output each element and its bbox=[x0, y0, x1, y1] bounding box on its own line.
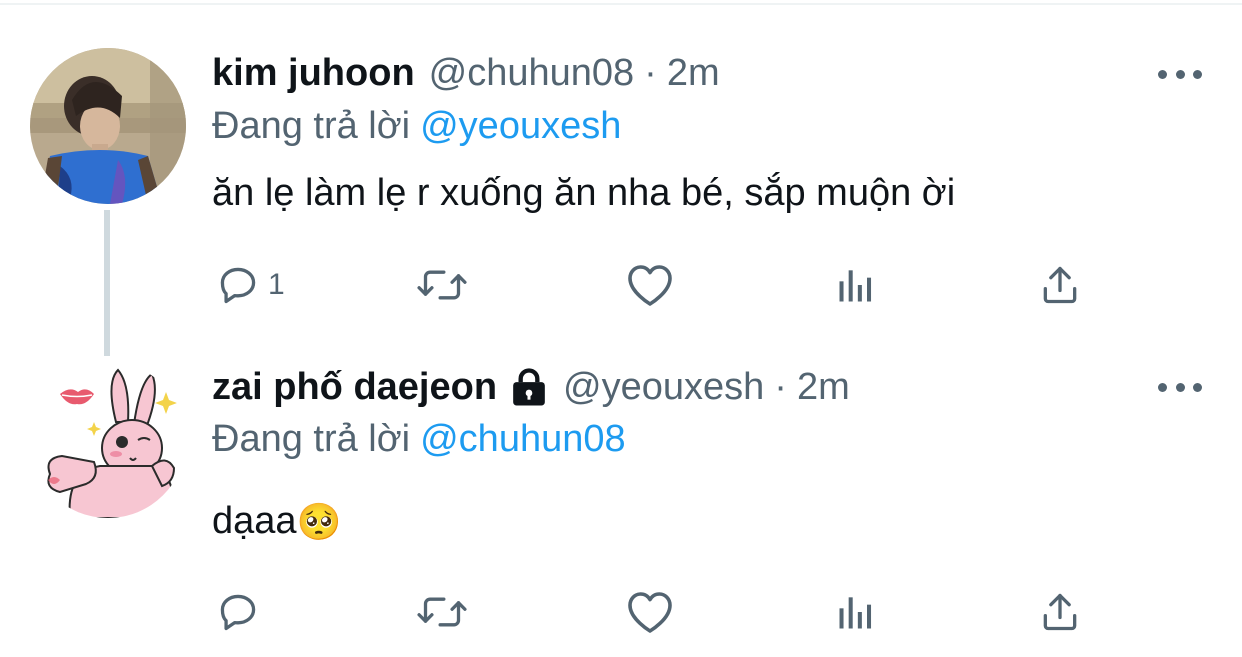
display-name[interactable]: kim juhoon bbox=[212, 52, 415, 95]
like-icon bbox=[628, 592, 672, 633]
action-bar bbox=[212, 587, 1092, 637]
tweet-text-content: ăn lẹ làm lẹ r xuống ăn nha bé, sắp muộn… bbox=[212, 172, 956, 214]
mention-link[interactable]: @yeouxesh bbox=[420, 105, 621, 147]
more-icon[interactable] bbox=[1158, 64, 1202, 84]
separator-dot: · bbox=[644, 52, 657, 94]
analytics-button[interactable] bbox=[834, 587, 878, 637]
user-handle[interactable]: @yeouxesh bbox=[563, 366, 764, 409]
timestamp[interactable]: 2m bbox=[797, 366, 850, 409]
share-button[interactable] bbox=[1038, 260, 1082, 310]
retweet-button[interactable] bbox=[416, 260, 468, 310]
replying-to-label: Đang trả lời bbox=[212, 105, 411, 147]
avatar[interactable] bbox=[30, 48, 186, 204]
retweet-button[interactable] bbox=[416, 587, 468, 637]
retweet-icon bbox=[417, 597, 467, 627]
share-button[interactable] bbox=[1038, 587, 1082, 637]
lock-icon bbox=[513, 367, 545, 405]
tweet-header: zai phố daejeon @yeouxesh · 2m bbox=[212, 366, 850, 409]
tweet-text-content: dạaa bbox=[212, 500, 297, 542]
mention-link[interactable]: @chuhun08 bbox=[420, 418, 626, 460]
retweet-icon bbox=[417, 270, 467, 300]
reply-count: 1 bbox=[268, 268, 285, 301]
analytics-icon bbox=[839, 270, 872, 302]
thread-line bbox=[104, 210, 110, 356]
more-icon[interactable] bbox=[1158, 377, 1202, 397]
action-bar: 1 bbox=[212, 260, 1092, 310]
tweet-text: ăn lẹ làm lẹ r xuống ăn nha bé, sắp muộn… bbox=[212, 172, 955, 215]
analytics-button[interactable] bbox=[834, 260, 878, 310]
like-button[interactable] bbox=[626, 260, 674, 310]
pleading-face-emoji: 🥺 bbox=[296, 501, 342, 543]
timestamp[interactable]: 2m bbox=[667, 52, 720, 95]
analytics-icon bbox=[839, 597, 872, 629]
reply-icon bbox=[220, 267, 256, 304]
reply-button[interactable] bbox=[216, 587, 268, 637]
like-icon bbox=[628, 265, 672, 306]
display-name[interactable]: zai phố daejeon bbox=[212, 366, 497, 409]
tweet-text: dạaa 🥺 bbox=[212, 500, 341, 543]
separator-dot: · bbox=[774, 366, 787, 408]
like-button[interactable] bbox=[626, 587, 674, 637]
replying-to-label: Đang trả lời bbox=[212, 418, 411, 460]
reply-icon bbox=[220, 594, 256, 631]
user-handle[interactable]: @chuhun08 bbox=[429, 52, 635, 95]
share-icon bbox=[1043, 266, 1077, 304]
avatar[interactable] bbox=[30, 362, 186, 518]
replying-to: Đang trả lời @yeouxesh bbox=[212, 105, 621, 148]
share-icon bbox=[1043, 593, 1077, 631]
tweet-header: kim juhoon @chuhun08 · 2m bbox=[212, 52, 720, 95]
top-divider bbox=[0, 3, 1242, 5]
reply-button[interactable]: 1 bbox=[216, 260, 285, 310]
replying-to: Đang trả lời @chuhun08 bbox=[212, 418, 626, 461]
